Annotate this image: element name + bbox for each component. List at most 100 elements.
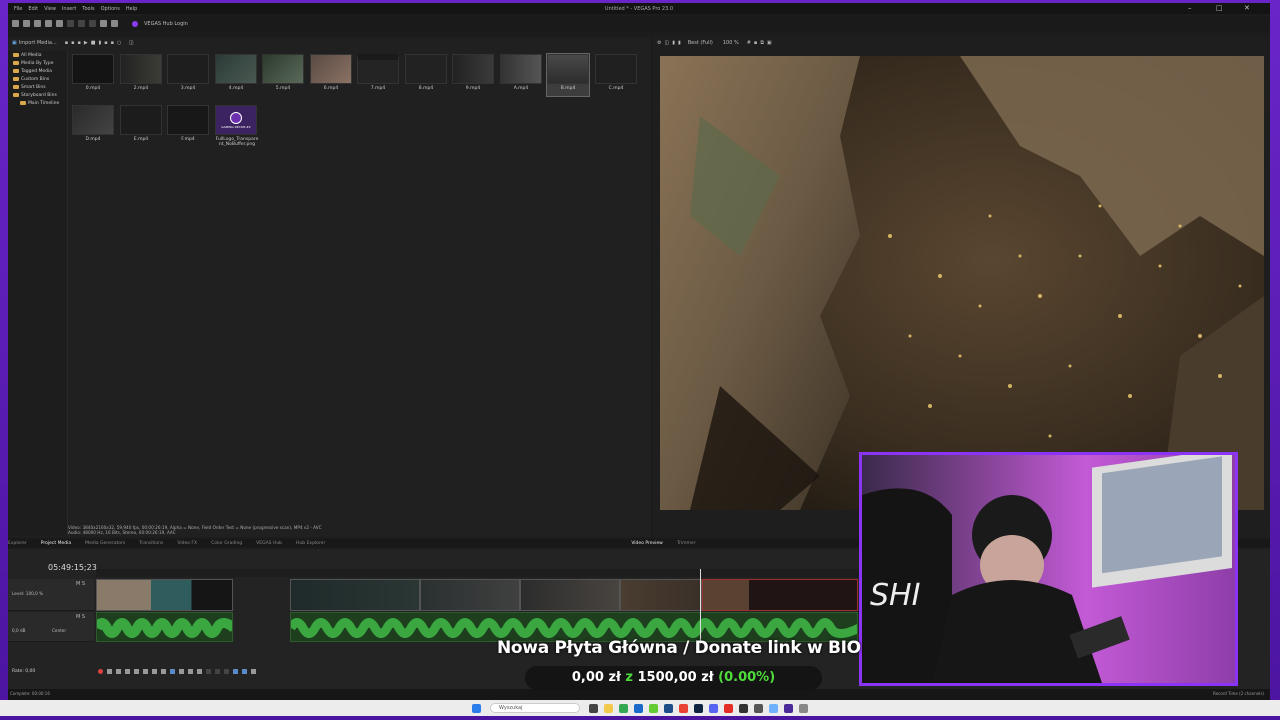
video-clip[interactable] <box>420 579 520 611</box>
tab-transitions[interactable]: Transitions <box>139 541 163 546</box>
video-clip[interactable] <box>702 579 858 611</box>
media-tools-icons[interactable]: ▪▪▪▶■▮▪▪○ ◫ <box>65 40 137 46</box>
media-thumb[interactable]: A.mp4 <box>500 54 542 96</box>
hub-login-link[interactable]: VEGAS Hub Login <box>144 21 188 27</box>
media-thumb[interactable]: 3.mp4 <box>167 54 209 96</box>
media-thumb[interactable]: 7.mp4 <box>357 54 399 96</box>
tab-vegas-hub[interactable]: VEGAS Hub <box>256 541 282 546</box>
minimize-icon[interactable]: – <box>1188 4 1192 12</box>
audio-track-header[interactable]: 0,0 dB Center M S <box>8 612 94 642</box>
app-icon[interactable] <box>754 703 763 713</box>
media-thumb[interactable]: 5.mp4 <box>262 54 304 96</box>
tab-trimmer[interactable]: Trimmer <box>677 541 696 546</box>
paste-icon[interactable] <box>89 20 96 27</box>
video-clip[interactable] <box>520 579 620 611</box>
media-thumb[interactable]: C.mp4 <box>595 54 637 96</box>
tree-item[interactable]: Smart Bins <box>8 83 67 91</box>
redo-icon[interactable] <box>111 20 118 27</box>
media-thumb[interactable]: 2.mp4 <box>120 54 162 96</box>
copy-icon[interactable] <box>78 20 85 27</box>
import-icon[interactable]: ▣ <box>12 40 17 46</box>
tab-color-grading[interactable]: Color Grading <box>211 541 242 546</box>
audio-clip[interactable] <box>96 612 233 642</box>
tree-item[interactable]: Tagged Media <box>8 67 67 75</box>
video-clip[interactable] <box>290 579 420 611</box>
task-view-icon[interactable] <box>589 703 598 713</box>
file-explorer-icon[interactable] <box>604 703 613 713</box>
media-thumb[interactable]: 9.mp4 <box>452 54 494 96</box>
tab-project-media[interactable]: Project Media <box>41 541 71 546</box>
loop-icon[interactable] <box>107 669 112 674</box>
playhead-cursor[interactable] <box>700 569 701 644</box>
render-icon[interactable] <box>45 20 52 27</box>
app-icon[interactable] <box>799 703 808 713</box>
browser-icon[interactable] <box>619 703 628 713</box>
properties-icon[interactable] <box>56 20 63 27</box>
maximize-icon[interactable]: □ <box>1216 4 1223 12</box>
new-project-icon[interactable] <box>12 20 19 27</box>
split-icon[interactable] <box>206 669 211 674</box>
tab-hub-explorer[interactable]: Hub Explorer <box>296 541 325 546</box>
start-icon[interactable] <box>472 703 481 713</box>
media-thumb[interactable]: F.mp4 <box>167 105 209 147</box>
menu-insert[interactable]: Insert <box>62 6 76 12</box>
preview-overlay-icons[interactable]: #▪⧉▣ <box>747 40 775 46</box>
timeline-ruler[interactable] <box>96 569 866 577</box>
media-thumb[interactable]: 8.mp4 <box>405 54 447 96</box>
open-icon[interactable] <box>23 20 30 27</box>
edit-tool-icon[interactable] <box>170 669 175 674</box>
stop-icon[interactable] <box>143 669 148 674</box>
photoshop-icon[interactable] <box>694 703 703 713</box>
menu-help[interactable]: Help <box>126 6 137 12</box>
video-clip[interactable] <box>96 579 233 611</box>
undo-icon[interactable] <box>100 20 107 27</box>
media-thumb-selected[interactable]: B.mp4 <box>546 53 590 97</box>
tree-item[interactable]: Main Timeline <box>8 99 67 107</box>
close-icon[interactable]: ✕ <box>1244 4 1250 12</box>
media-thumb[interactable]: E.mp4 <box>120 105 162 147</box>
lock-envelopes-icon[interactable] <box>251 669 256 674</box>
go-to-start-icon[interactable] <box>152 669 157 674</box>
marker-icon[interactable] <box>224 669 229 674</box>
menu-view[interactable]: View <box>44 6 56 12</box>
vegas-hub-icon[interactable] <box>132 20 138 27</box>
steam-icon[interactable] <box>664 703 673 713</box>
tab-media-generators[interactable]: Media Generators <box>85 541 125 546</box>
discord-icon[interactable] <box>709 703 718 713</box>
app-icon[interactable] <box>769 703 778 713</box>
tree-item[interactable]: Custom Bins <box>8 75 67 83</box>
media-thumb[interactable]: 4.mp4 <box>215 54 257 96</box>
vegas-icon[interactable] <box>784 703 793 713</box>
tree-item[interactable]: Storyboard Bins <box>8 91 67 99</box>
edge-icon[interactable] <box>634 703 643 713</box>
tab-video-fx[interactable]: Video FX <box>177 541 197 546</box>
mute-solo-icons[interactable]: M S <box>76 581 85 587</box>
chrome-icon[interactable] <box>679 703 688 713</box>
video-track-header[interactable]: Level: 100,0 % M S <box>8 579 94 611</box>
media-thumb[interactable]: GAMING RECON #2 FullLogo_Transparent_NoB… <box>215 105 259 147</box>
menu-tools[interactable]: Tools <box>82 6 94 12</box>
record-icon[interactable] <box>98 669 103 674</box>
save-icon[interactable] <box>34 20 41 27</box>
play-from-start-icon[interactable] <box>116 669 121 674</box>
tab-explorer[interactable]: Explorer <box>8 541 27 546</box>
envelope-tool-icon[interactable] <box>179 669 184 674</box>
play-icon[interactable] <box>125 669 130 674</box>
trim-icon[interactable] <box>215 669 220 674</box>
tree-item[interactable]: All Media <box>8 51 67 59</box>
youtube-icon[interactable] <box>724 703 733 713</box>
auto-ripple-icon[interactable] <box>242 669 247 674</box>
menu-file[interactable]: File <box>14 6 22 12</box>
preview-quality-select[interactable]: Best (Full) <box>688 40 713 46</box>
go-to-end-icon[interactable] <box>161 669 166 674</box>
mute-solo-icons[interactable]: M S <box>76 614 85 620</box>
select-tool-icon[interactable] <box>188 669 193 674</box>
app-icon[interactable] <box>649 703 658 713</box>
snapping-icon[interactable] <box>233 669 238 674</box>
video-clip[interactable] <box>620 579 702 611</box>
preview-tools-icons[interactable]: ⚙◫▮▮ <box>657 40 684 46</box>
import-media-button[interactable]: Import Media... <box>19 40 57 46</box>
taskbar-search-input[interactable]: Wyszukaj <box>490 703 580 713</box>
tree-item[interactable]: Media By Type <box>8 59 67 67</box>
cut-icon[interactable] <box>67 20 74 27</box>
